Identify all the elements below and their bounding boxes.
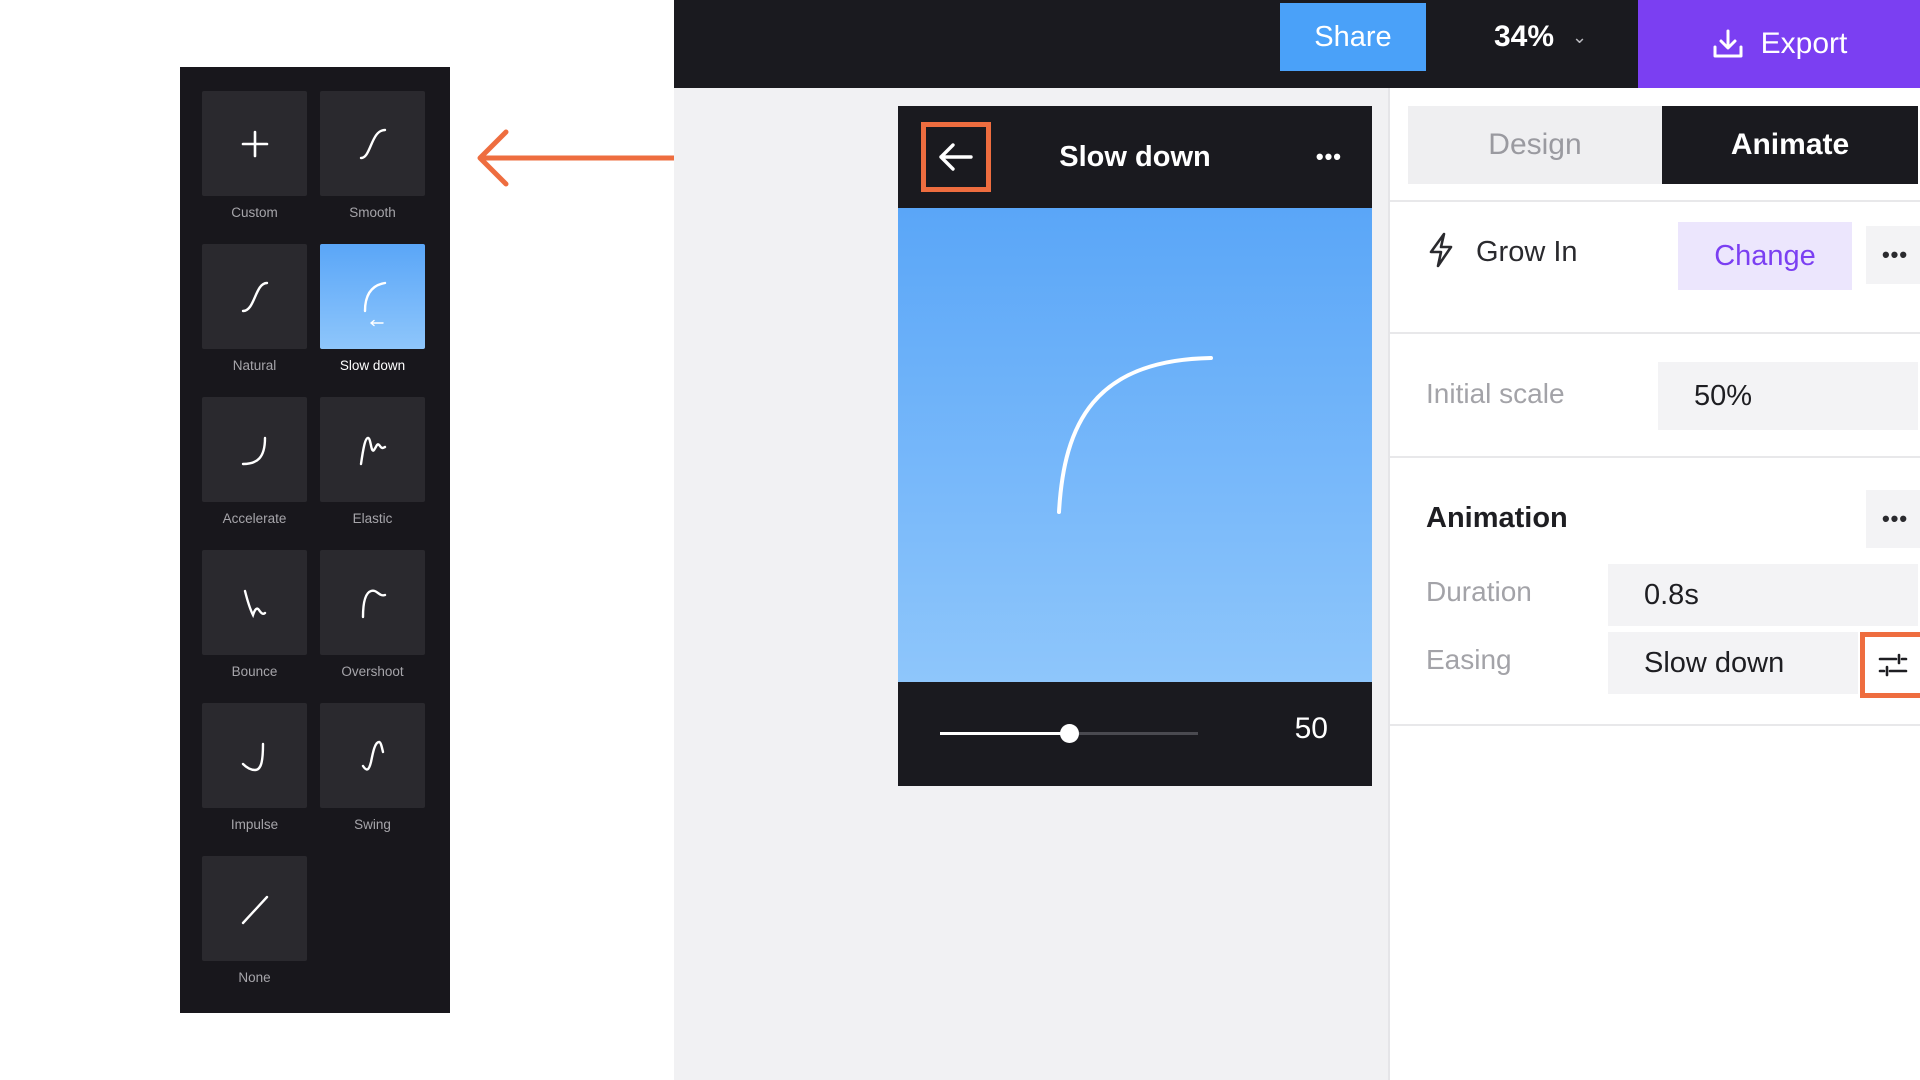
ease-impulse-icon (241, 742, 264, 771)
more-options-icon[interactable]: ••• (1866, 226, 1920, 284)
easing-editor-header: Slow down ••• (898, 106, 1372, 208)
easing-preset-picker: Custom Smooth Natural Slow down Accelera… (180, 67, 450, 1013)
preset-elastic-tile[interactable] (320, 397, 425, 502)
more-options-icon[interactable]: ••• (1316, 144, 1342, 170)
share-button[interactable]: Share (1280, 3, 1426, 71)
easing-field[interactable]: Slow down (1608, 632, 1858, 694)
intensity-slider-track[interactable] (940, 724, 1198, 743)
preset-smooth-tile[interactable] (320, 91, 425, 196)
easing-label: Easing (1426, 644, 1512, 675)
preset-label: None (238, 970, 271, 985)
ease-overshoot-icon (361, 588, 386, 618)
download-icon (1713, 29, 1743, 58)
duration-field[interactable]: 0.8s (1608, 564, 1918, 626)
zoom-dropdown[interactable]: 34% ⌄ (1494, 0, 1587, 74)
divider (1390, 724, 1920, 726)
preset-label: Custom (231, 205, 278, 220)
sliders-icon (1878, 653, 1908, 677)
ease-swing-icon (361, 740, 384, 771)
chevron-down-icon: ⌄ (1572, 26, 1588, 47)
preset-label: Smooth (349, 205, 396, 220)
preset-label: Impulse (230, 817, 279, 832)
tab-design[interactable]: Design (1408, 106, 1662, 184)
ease-elastic-icon (359, 436, 386, 465)
zoom-value: 34% (1494, 20, 1555, 53)
preset-overshoot-tile[interactable] (320, 550, 425, 655)
easing-curve (1057, 356, 1213, 514)
preset-label: Natural (232, 358, 277, 373)
preset-bounce-tile[interactable] (202, 550, 307, 655)
divider (1390, 456, 1920, 458)
effect-name: Grow In (1476, 236, 1578, 268)
ease-accelerate-icon (241, 436, 266, 465)
back-button[interactable] (921, 122, 991, 192)
preset-none-tile[interactable] (202, 856, 307, 961)
panel-tabs: Design Animate (1408, 106, 1918, 184)
animation-section-title: Animation (1426, 502, 1568, 534)
ease-slow-down-icon (363, 281, 386, 326)
preset-label: Slow down (339, 358, 406, 373)
divider (1390, 332, 1920, 334)
more-options-icon[interactable]: ••• (1866, 490, 1920, 548)
easing-curve-preview (898, 208, 1372, 682)
preset-label: Bounce (231, 664, 278, 679)
preset-accelerate-tile[interactable] (202, 397, 307, 502)
ease-natural-icon (241, 281, 268, 312)
divider (1390, 200, 1920, 202)
plus-icon (241, 130, 268, 157)
intensity-value: 50 (1294, 712, 1328, 745)
preset-label: Accelerate (222, 511, 287, 526)
lightning-icon (1429, 232, 1453, 268)
preset-impulse-tile[interactable] (202, 703, 307, 808)
arrow-left-icon (939, 143, 973, 171)
duration-label: Duration (1426, 576, 1532, 607)
export-button[interactable]: Export (1638, 0, 1920, 88)
easing-settings-button[interactable] (1860, 632, 1920, 698)
export-label: Export (1760, 27, 1848, 60)
preset-label: Elastic (352, 511, 393, 526)
preset-label: Overshoot (341, 664, 404, 679)
preset-swing-tile[interactable] (320, 703, 425, 808)
ease-bounce-icon (243, 589, 266, 618)
change-button[interactable]: Change (1678, 222, 1852, 290)
top-toolbar: Share 34% ⌄ Export (674, 0, 1920, 88)
preset-slow-down-tile[interactable] (320, 244, 425, 349)
tab-animate[interactable]: Animate (1662, 106, 1918, 184)
effect-row: Grow In Change ••• (1390, 208, 1920, 298)
preset-label: Swing (354, 817, 391, 832)
editor-app: Share 34% ⌄ Export Slow down ••• 50 Desi… (674, 0, 1920, 1080)
preset-custom-tile[interactable] (202, 91, 307, 196)
intensity-slider-fill (940, 732, 1069, 735)
intensity-slider-thumb[interactable] (1060, 724, 1079, 743)
initial-scale-label: Initial scale (1426, 378, 1565, 409)
preset-natural-tile[interactable] (202, 244, 307, 349)
ease-none-icon (241, 895, 268, 924)
initial-scale-field[interactable]: 50% (1658, 362, 1918, 430)
easing-editor-footer: 50 (898, 682, 1372, 786)
easing-editor-panel: Slow down ••• 50 (898, 106, 1372, 786)
ease-smooth-icon (359, 128, 386, 159)
properties-panel: Design Animate Grow In Change ••• Initia… (1388, 88, 1920, 1080)
